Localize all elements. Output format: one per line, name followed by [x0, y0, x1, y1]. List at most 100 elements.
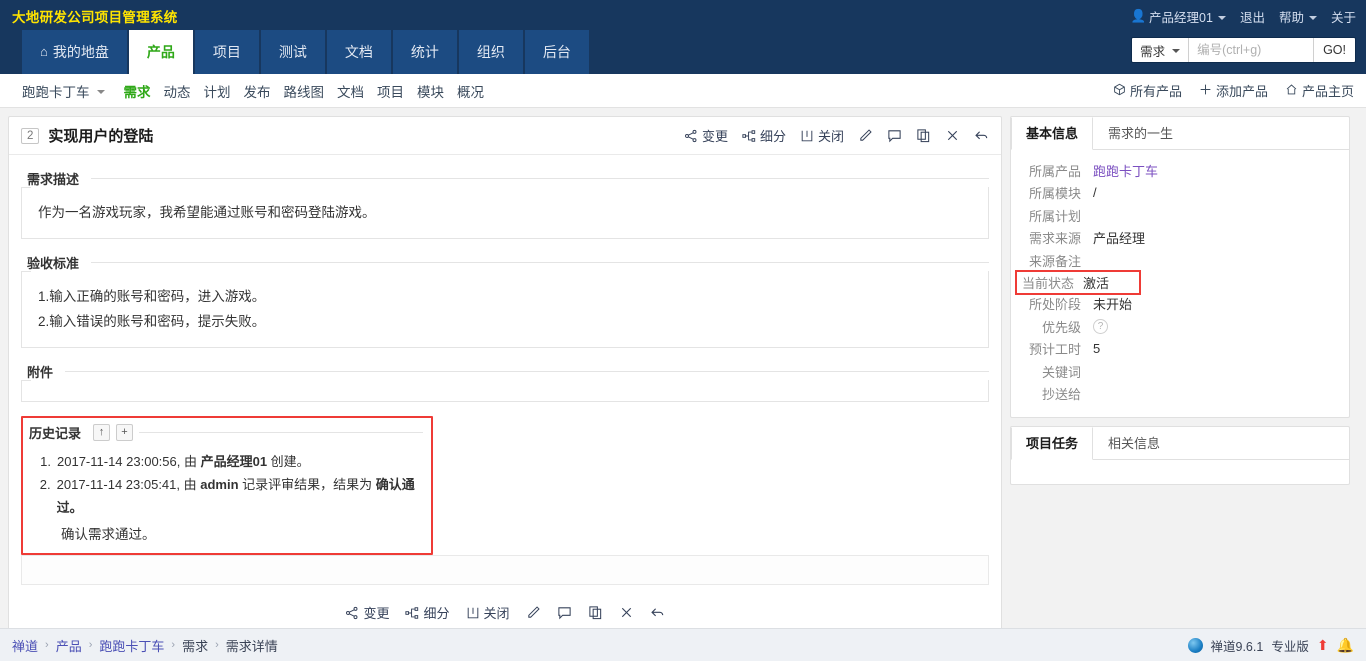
tab-project-tasks[interactable]: 项目任务	[1011, 427, 1094, 460]
search-type-select[interactable]: 需求	[1132, 38, 1190, 62]
arrow-up-icon[interactable]: ⬆	[1317, 637, 1329, 654]
sub-nav-item-module[interactable]: 模块	[417, 81, 444, 101]
back-button-bottom[interactable]	[650, 605, 665, 620]
action-label: 细分	[423, 606, 450, 621]
story-content: 需求描述 作为一名游戏玩家，我希望能通过账号和密码登陆游戏。 验收标准 1.输入…	[9, 155, 1001, 661]
section-body: 1.输入正确的账号和密码，进入游戏。 2.输入错误的账号和密码，提示失败。	[21, 271, 989, 348]
user-menu[interactable]: 👤 产品经理01	[1130, 7, 1226, 26]
copy-button[interactable]	[916, 128, 931, 143]
logout-link[interactable]: 退出	[1240, 7, 1265, 26]
info-panel-tabs: 基本信息 需求的一生	[1011, 117, 1349, 150]
home-icon	[1285, 83, 1298, 99]
subdivide-button-bottom[interactable]: 细分	[405, 603, 450, 622]
main-nav-bar: ⌂ 我的地盘 产品 项目 测试 文档 统计 组织 后台 需求 GO!	[0, 30, 1366, 74]
breadcrumb-item-product-name[interactable]: 跑跑卡丁车	[99, 636, 164, 655]
sub-nav-item-dynamic[interactable]: 动态	[164, 81, 191, 101]
breadcrumb-separator: ›	[45, 639, 49, 651]
change-button[interactable]: 变更	[684, 126, 728, 145]
close-icon-button-bottom[interactable]	[619, 605, 634, 620]
product-selector[interactable]: 跑跑卡丁车	[22, 81, 105, 101]
breadcrumb-separator: ›	[215, 639, 219, 651]
tab-label: 文档	[344, 44, 373, 60]
link-label: 添加产品	[1215, 84, 1268, 99]
sub-nav-item-project[interactable]: 项目	[377, 81, 404, 101]
info-row-source: 需求来源 产品经理	[1011, 227, 1349, 250]
help-label: 帮助	[1278, 11, 1304, 25]
comment-button-bottom[interactable]	[557, 605, 572, 620]
tab-story-lifecycle[interactable]: 需求的一生	[1093, 117, 1188, 150]
tab-label: 统计	[410, 44, 439, 60]
all-products-link[interactable]: 所有产品	[1113, 81, 1182, 100]
search-go-button[interactable]: GO!	[1313, 38, 1355, 62]
history-expand-button[interactable]: +	[116, 424, 134, 441]
tab-related-info[interactable]: 相关信息	[1093, 427, 1175, 460]
section-body: 作为一名游戏玩家，我希望能通过账号和密码登陆游戏。	[21, 187, 989, 239]
search-input[interactable]	[1189, 38, 1314, 62]
chevron-down-icon	[1308, 15, 1317, 20]
change-button-bottom[interactable]: 变更	[345, 603, 389, 622]
info-row-estimate: 预计工时 5	[1011, 338, 1349, 361]
edit-button-bottom[interactable]	[526, 605, 541, 620]
breadcrumb-item-zentao[interactable]: 禅道	[12, 636, 38, 655]
history-list: 1. 2017-11-14 23:00:56, 由 产品经理01 创建。 2. …	[23, 442, 431, 519]
tab-test[interactable]: 测试	[260, 30, 325, 74]
tab-my-dashboard[interactable]: ⌂ 我的地盘	[22, 30, 127, 74]
chevron-down-icon	[1172, 49, 1181, 53]
info-row-plan: 所属计划	[1011, 204, 1349, 227]
history-actor: 产品经理01	[200, 454, 268, 469]
tab-product[interactable]: 产品	[128, 30, 193, 74]
close-story-button-bottom[interactable]: 关闭	[466, 603, 510, 622]
tab-admin[interactable]: 后台	[524, 30, 589, 74]
tab-organization[interactable]: 组织	[458, 30, 523, 74]
help-menu[interactable]: 帮助	[1279, 7, 1317, 26]
action-label: 关闭	[817, 129, 844, 144]
tab-basic-info[interactable]: 基本信息	[1011, 117, 1094, 150]
top-action-bar: 变更 细分 关闭	[684, 126, 989, 145]
user-icon: 👤	[1130, 9, 1147, 23]
tasks-panel-body	[1011, 460, 1349, 484]
close-icon-button[interactable]	[945, 128, 960, 143]
product-home-link[interactable]: 产品主页	[1285, 81, 1354, 100]
history-text: 2017-11-14 23:00:56, 由 产品经理01 创建。	[57, 454, 310, 469]
subdivide-button[interactable]: 细分	[742, 126, 786, 145]
bell-icon[interactable]: 🔔	[1337, 637, 1354, 654]
page-body: 2 实现用户的登陆 变更 细分 关闭 需求描述 作为一名游戏玩家，我希望能通过账…	[0, 108, 1366, 661]
section-acceptance-criteria: 验收标准 1.输入正确的账号和密码，进入游戏。 2.输入错误的账号和密码，提示失…	[21, 253, 989, 348]
section-legend: 附件	[27, 365, 54, 380]
story-detail-card: 2 实现用户的登陆 变更 细分 关闭 需求描述 作为一名游戏玩家，我希望能通过账…	[8, 116, 1002, 661]
chevron-down-icon	[96, 89, 105, 94]
back-icon	[974, 128, 989, 143]
sub-nav-item-release[interactable]: 发布	[244, 81, 271, 101]
info-row-source-note: 来源备注	[1011, 249, 1349, 272]
list-item: 1. 2017-11-14 23:00:56, 由 产品经理01 创建。	[37, 450, 431, 473]
history-collapse-button[interactable]: ↑	[93, 424, 111, 441]
sub-nav-item-story[interactable]: 需求	[124, 81, 151, 101]
info-list: 所属产品 跑跑卡丁车 所属模块 / 所属计划 需求来源 产品经理 来源备注 当前…	[1011, 150, 1349, 417]
add-product-link[interactable]: 添加产品	[1199, 81, 1268, 100]
user-name: 产品经理01	[1149, 11, 1213, 25]
story-id-badge: 2	[21, 127, 40, 144]
sub-nav-item-plan[interactable]: 计划	[204, 81, 231, 101]
sub-nav-item-doc[interactable]: 文档	[337, 81, 364, 101]
zentao-logo-icon	[1187, 637, 1203, 653]
edit-button[interactable]	[858, 128, 873, 143]
about-link[interactable]: 关于	[1331, 7, 1356, 26]
history-index: 1.	[40, 454, 51, 469]
close-story-button[interactable]: 关闭	[800, 126, 844, 145]
sub-nav-bar: 跑跑卡丁车 需求 动态 计划 发布 路线图 文档 项目 模块 概况 所有产品 添…	[0, 74, 1366, 108]
breadcrumb-item-product[interactable]: 产品	[56, 636, 82, 655]
comment-button[interactable]	[887, 128, 902, 143]
copy-button-bottom[interactable]	[588, 605, 603, 620]
back-button[interactable]	[974, 128, 989, 143]
bottom-action-bar: 变更 细分 关闭	[21, 585, 989, 622]
sub-nav-item-roadmap[interactable]: 路线图	[284, 81, 325, 101]
share-icon	[345, 606, 359, 620]
info-label: 所处阶段	[1028, 297, 1081, 313]
description-text: 作为一名游戏玩家，我希望能通过账号和密码登陆游戏。	[38, 205, 376, 220]
tab-doc[interactable]: 文档	[326, 30, 391, 74]
sub-nav-item-overview[interactable]: 概况	[457, 81, 484, 101]
info-value-product[interactable]: 跑跑卡丁车	[1093, 161, 1158, 180]
back-icon	[650, 605, 665, 620]
tab-statistics[interactable]: 统计	[392, 30, 457, 74]
tab-project[interactable]: 项目	[194, 30, 259, 74]
